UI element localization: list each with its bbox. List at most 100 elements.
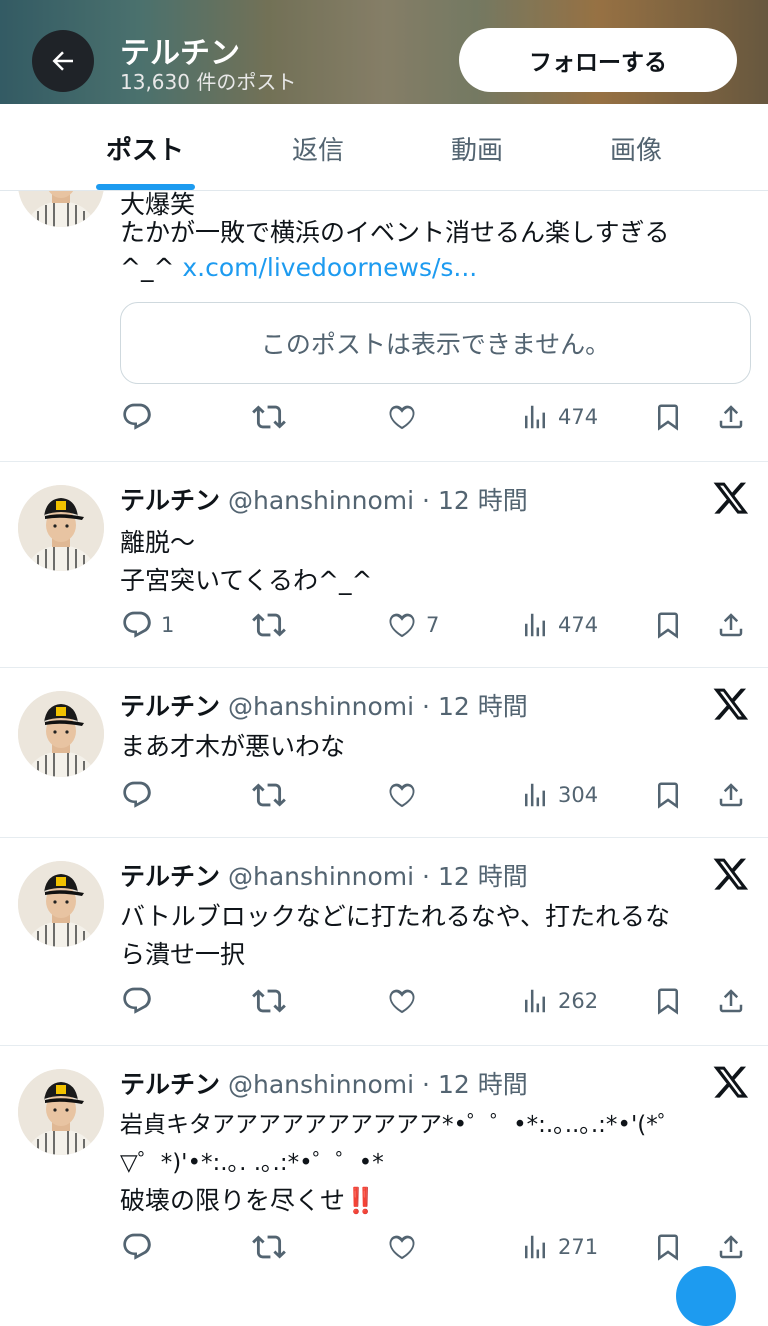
reply-icon — [121, 609, 153, 641]
tab-posts[interactable]: ポスト — [106, 130, 184, 167]
repost-button[interactable] — [252, 605, 286, 645]
repost-icon — [252, 778, 286, 812]
author-handle[interactable]: @hanshinnomi — [228, 486, 414, 515]
bookmark-button[interactable] — [653, 1227, 683, 1267]
reply-button[interactable] — [121, 981, 161, 1021]
views-button[interactable]: 474 — [520, 605, 598, 645]
like-button[interactable]: 7 — [386, 605, 439, 645]
tab-images[interactable]: 画像 — [610, 130, 662, 167]
post-header: テルチン @hanshinnomi · 12 時間 — [120, 862, 528, 891]
post-text-line: 岩貞キタアアアアアアアアアア*•゜゜•*:.｡..｡.:*•'(*゜ — [120, 1112, 681, 1138]
tab-videos[interactable]: 動画 — [451, 130, 503, 167]
avatar[interactable] — [18, 485, 104, 571]
share-icon — [716, 986, 746, 1016]
repost-button[interactable] — [252, 775, 286, 815]
share-icon — [716, 1232, 746, 1262]
bookmark-button[interactable] — [653, 605, 683, 645]
share-button[interactable] — [716, 397, 746, 437]
repost-button[interactable] — [252, 1227, 286, 1267]
like-button[interactable] — [386, 397, 426, 437]
post-text-line: ら潰せ一択 — [120, 940, 246, 969]
share-button[interactable] — [716, 605, 746, 645]
post-time[interactable]: 12 時間 — [438, 692, 528, 721]
avatar[interactable] — [18, 861, 104, 947]
views-button[interactable]: 262 — [520, 981, 598, 1021]
views-button[interactable]: 304 — [520, 775, 598, 815]
count-label: 271 — [558, 1235, 599, 1259]
post-text-line: たかが一敗で横浜のイベント消せるん楽しすぎる — [120, 218, 670, 247]
post-header: テルチン @hanshinnomi · 12 時間 — [120, 692, 528, 721]
timeline[interactable]: 大爆笑 たかが一敗で横浜のイベント消せるん楽しすぎる ^_^ x.com/liv… — [0, 191, 768, 1281]
count-label: 262 — [558, 989, 599, 1013]
author-handle[interactable]: @hanshinnomi — [228, 1070, 414, 1099]
like-button[interactable] — [386, 1227, 426, 1267]
bookmark-button[interactable] — [653, 397, 683, 437]
share-icon — [716, 780, 746, 810]
share-button[interactable] — [716, 981, 746, 1021]
views-button[interactable]: 474 — [520, 397, 598, 437]
author-handle[interactable]: @hanshinnomi — [228, 692, 414, 721]
post-item[interactable]: テルチン @hanshinnomi · 12 時間 まあ才木が悪いわな 304 — [0, 667, 768, 838]
post-count: 13,630 件のポスト — [120, 70, 297, 94]
avatar[interactable] — [18, 691, 104, 777]
reply-icon — [121, 401, 153, 433]
reply-button[interactable] — [121, 775, 161, 815]
bookmark-button[interactable] — [653, 775, 683, 815]
post-item[interactable]: 大爆笑 たかが一敗で横浜のイベント消せるん楽しすぎる ^_^ x.com/liv… — [0, 191, 768, 462]
like-button[interactable] — [386, 981, 426, 1021]
post-time[interactable]: 12 時間 — [438, 486, 528, 515]
repost-icon — [252, 400, 286, 434]
unavailable-quote[interactable]: このポストは表示できません。 — [120, 302, 751, 384]
post-actions: 262 — [0, 981, 768, 1021]
post-time[interactable]: 12 時間 — [438, 862, 528, 891]
author-name[interactable]: テルチン — [120, 486, 220, 515]
post-actions: 1 7 474 — [0, 605, 768, 645]
like-icon — [386, 1231, 418, 1263]
compose-button[interactable] — [676, 1266, 736, 1326]
post-text-line: 離脱〜 — [120, 528, 196, 557]
follow-button[interactable]: フォローする — [459, 28, 737, 92]
profile-header: テルチン 13,630 件のポスト フォローする — [0, 0, 768, 104]
author-handle[interactable]: @hanshinnomi — [228, 862, 414, 891]
post-time[interactable]: 12 時間 — [438, 1070, 528, 1099]
reply-button[interactable]: 1 — [121, 605, 174, 645]
author-name[interactable]: テルチン — [120, 862, 220, 891]
share-button[interactable] — [716, 1227, 746, 1267]
share-button[interactable] — [716, 775, 746, 815]
count-label: 474 — [558, 405, 599, 429]
x-logo-icon — [713, 482, 749, 514]
bookmark-icon — [653, 1232, 683, 1262]
like-icon — [386, 401, 418, 433]
like-icon — [386, 779, 418, 811]
repost-button[interactable] — [252, 397, 286, 437]
avatar[interactable] — [18, 191, 104, 227]
bookmark-icon — [653, 610, 683, 640]
author-name[interactable]: テルチン — [120, 1070, 220, 1099]
post-link[interactable]: x.com/livedoornews/s... — [182, 253, 477, 282]
tab-replies[interactable]: 返信 — [292, 130, 344, 167]
views-button[interactable]: 271 — [520, 1227, 598, 1267]
count-label: 474 — [558, 613, 599, 637]
views-icon — [520, 986, 550, 1016]
post-text-line: まあ才木が悪いわな — [120, 732, 346, 761]
reply-icon — [121, 985, 153, 1017]
like-button[interactable] — [386, 775, 426, 815]
post-text-line: ▽゜*)'•*:.｡. .｡.:*•゜゜•* — [120, 1150, 384, 1176]
back-button[interactable] — [32, 30, 94, 92]
active-tab-indicator — [96, 184, 195, 190]
avatar[interactable] — [18, 1069, 104, 1155]
share-icon — [716, 610, 746, 640]
reply-button[interactable] — [121, 397, 161, 437]
repost-icon — [252, 608, 286, 642]
post-item[interactable]: テルチン @hanshinnomi · 12 時間 離脱〜 子宮突いてくるわ^_… — [0, 461, 768, 668]
post-header: テルチン @hanshinnomi · 12 時間 — [120, 486, 528, 515]
repost-button[interactable] — [252, 981, 286, 1021]
post-item[interactable]: テルチン @hanshinnomi · 12 時間 岩貞キタアアアアアアアアアア… — [0, 1045, 768, 1281]
repost-icon — [252, 1230, 286, 1264]
profile-tabs: ポスト 返信 動画 画像 — [0, 104, 768, 191]
post-item[interactable]: テルチン @hanshinnomi · 12 時間 バトルブロックなどに打たれる… — [0, 837, 768, 1046]
reply-button[interactable] — [121, 1227, 161, 1267]
repost-icon — [252, 984, 286, 1018]
bookmark-button[interactable] — [653, 981, 683, 1021]
author-name[interactable]: テルチン — [120, 692, 220, 721]
